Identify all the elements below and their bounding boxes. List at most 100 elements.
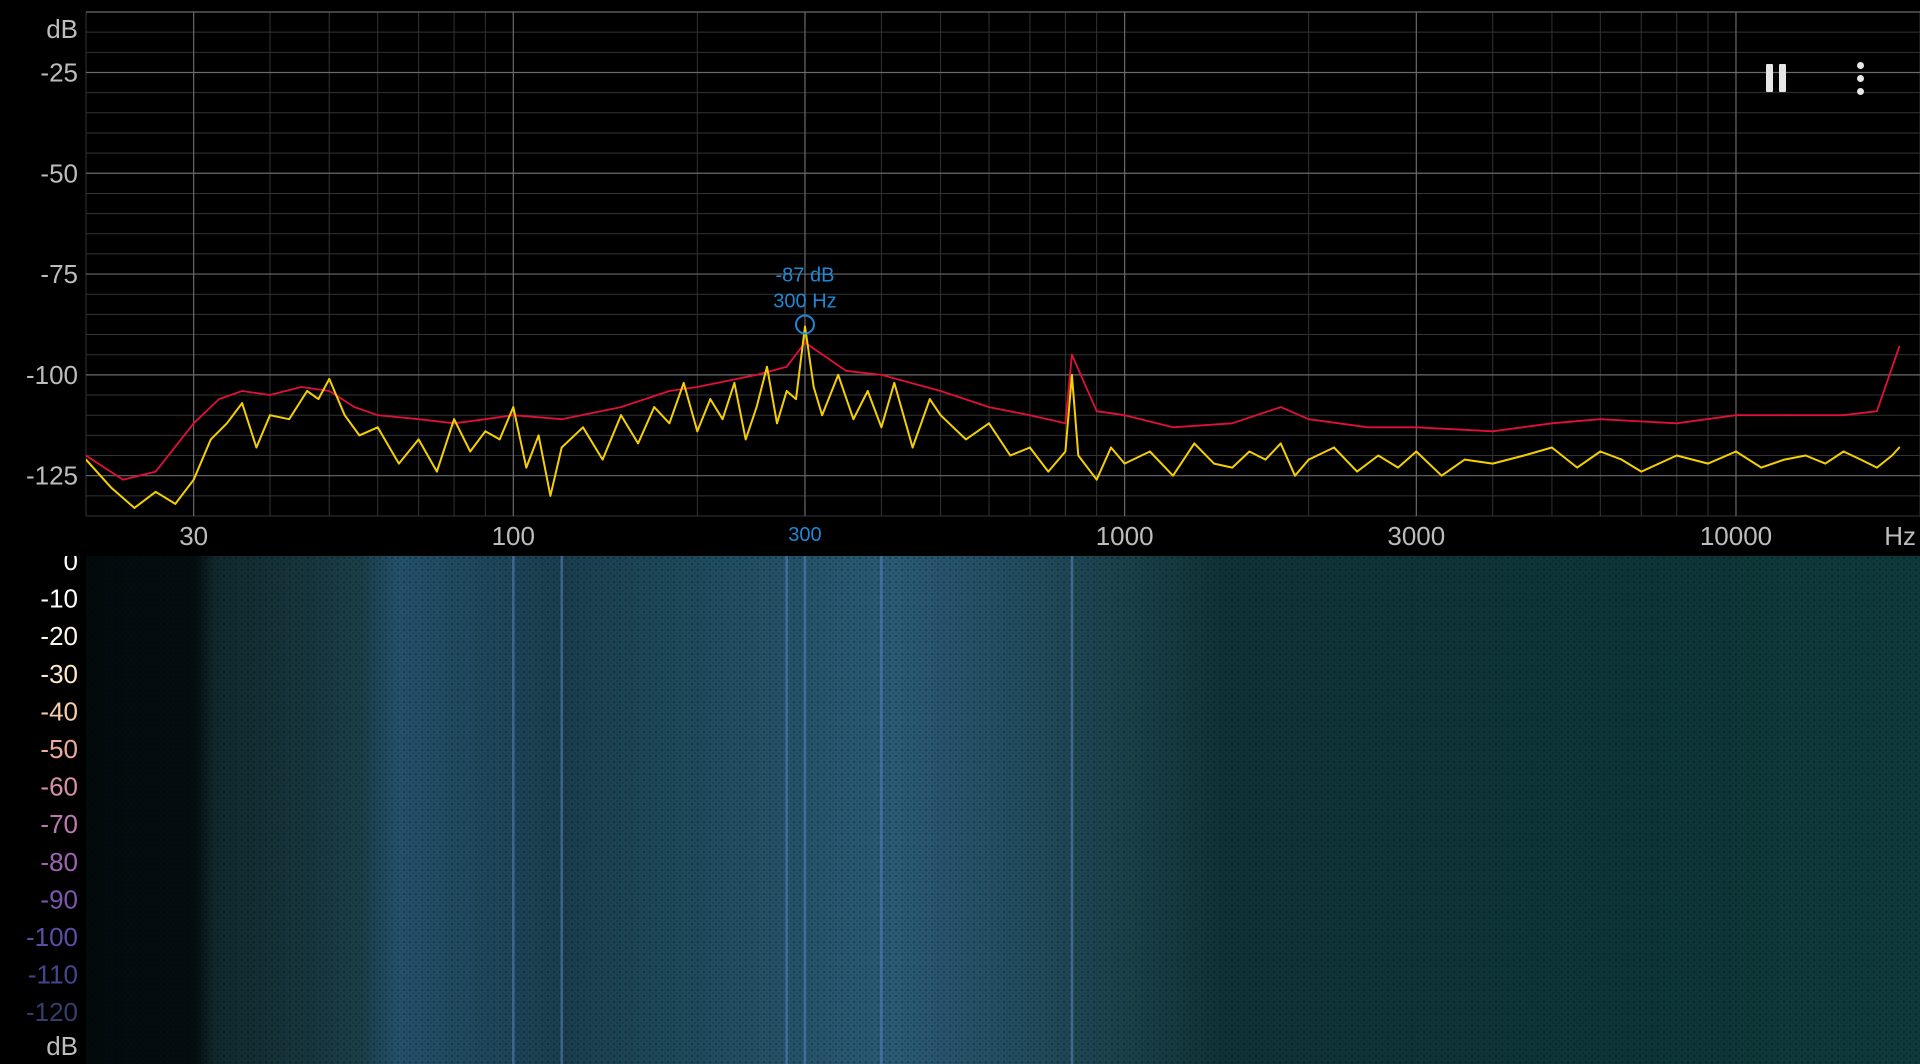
live-point bbox=[1172, 474, 1174, 477]
live-point bbox=[1077, 454, 1080, 457]
live-point bbox=[668, 422, 671, 425]
live-point bbox=[1193, 442, 1196, 445]
pause-button[interactable] bbox=[1756, 58, 1796, 98]
live-point bbox=[804, 325, 806, 328]
spectrogram-chart: 0 -10 -20 -30 -40 -50 -60 -70 -80 -90 -100 -110 -120… bbox=[0, 556, 1920, 1064]
live-point bbox=[376, 426, 379, 429]
peak-hold-point bbox=[86, 454, 87, 457]
live-point bbox=[209, 438, 212, 441]
peak-hold-point bbox=[376, 414, 379, 417]
live-point bbox=[582, 426, 584, 429]
peak-db-label: -87 dB bbox=[776, 264, 835, 286]
live-point bbox=[453, 418, 455, 421]
live-point bbox=[1842, 450, 1845, 453]
live-point bbox=[1491, 462, 1494, 465]
live-point bbox=[1294, 474, 1296, 477]
live-point bbox=[1279, 442, 1282, 445]
live-point bbox=[766, 365, 768, 368]
peak-hold-point bbox=[353, 406, 356, 409]
live-point bbox=[928, 398, 931, 400]
live-point bbox=[1110, 446, 1112, 449]
spectrum-panel: -25 -50 -75 -100 -125 dB 30 100 1000 3000 10000 Hz -… bbox=[0, 0, 1920, 556]
live-point bbox=[1307, 458, 1310, 461]
live-point bbox=[911, 446, 914, 449]
peak-hold-point bbox=[417, 418, 420, 421]
peak-hold-point bbox=[1029, 414, 1031, 417]
peak-hold-point bbox=[1071, 353, 1073, 356]
peak-axis-label: 300 bbox=[788, 524, 821, 546]
peak-hold-point bbox=[1307, 418, 1310, 421]
live-point bbox=[1356, 470, 1358, 473]
live-point bbox=[343, 414, 346, 417]
live-point bbox=[1576, 466, 1579, 469]
live-point bbox=[1735, 450, 1737, 453]
level-tick-label: -10 bbox=[40, 584, 78, 614]
peak-hold-point bbox=[1064, 422, 1067, 425]
y-tick-label: -100 bbox=[26, 360, 78, 390]
live-point bbox=[306, 390, 309, 392]
live-point bbox=[255, 446, 258, 449]
live-point bbox=[1760, 466, 1763, 469]
live-point bbox=[1377, 454, 1380, 457]
peak-hold-point bbox=[1675, 422, 1678, 425]
more-options-button[interactable] bbox=[1840, 54, 1880, 102]
level-tick-label: -40 bbox=[40, 696, 78, 726]
live-point bbox=[154, 490, 157, 493]
peak-hold-point bbox=[755, 373, 758, 376]
x-tick-label: 3000 bbox=[1387, 521, 1445, 551]
peak-hold-point bbox=[328, 390, 331, 392]
live-point bbox=[225, 422, 228, 425]
x-tick-label: 10000 bbox=[1700, 521, 1772, 551]
peak-hold-point bbox=[880, 373, 883, 376]
live-point bbox=[1231, 466, 1234, 469]
peak-hold-point bbox=[154, 470, 157, 473]
live-point bbox=[709, 398, 712, 400]
level-tick-label: -30 bbox=[40, 659, 78, 689]
peak-hold-point bbox=[1415, 426, 1418, 429]
level-tick-label: -60 bbox=[40, 772, 78, 802]
peak-hold-point bbox=[218, 398, 220, 400]
live-point bbox=[795, 398, 797, 400]
live-point bbox=[1213, 462, 1215, 465]
peak-hold-point bbox=[988, 406, 990, 409]
live-point bbox=[1248, 450, 1251, 453]
peak-hold-point bbox=[785, 365, 788, 368]
live-point bbox=[1875, 466, 1878, 469]
live-point bbox=[192, 478, 195, 481]
live-point bbox=[1264, 458, 1267, 461]
y-tick-label: -75 bbox=[40, 259, 78, 289]
live-point bbox=[1029, 446, 1031, 449]
peak-hold-point bbox=[484, 418, 487, 421]
peak-hold-point bbox=[1783, 414, 1786, 417]
peak-hold-point bbox=[1898, 345, 1901, 348]
x-tick-label: 30 bbox=[179, 521, 208, 551]
live-point bbox=[1859, 458, 1862, 461]
live-point bbox=[498, 438, 501, 441]
live-point bbox=[939, 414, 942, 417]
live-point bbox=[1620, 458, 1623, 461]
peak-hold-point bbox=[939, 390, 942, 392]
live-point bbox=[358, 434, 361, 437]
live-point bbox=[1783, 458, 1786, 461]
spectrum-grid bbox=[85, 11, 1920, 517]
level-tick-label: -50 bbox=[40, 734, 78, 764]
live-point bbox=[436, 470, 438, 473]
live-point bbox=[288, 418, 291, 421]
live-point bbox=[174, 503, 177, 505]
live-point bbox=[965, 438, 967, 441]
level-tick-label: -20 bbox=[40, 621, 78, 651]
live-point bbox=[880, 426, 883, 429]
peak-hold-point bbox=[300, 386, 303, 388]
spectrogram-panel: 0 -10 -20 -30 -40 -50 -60 -70 -80 -90 -100 -110 -120… bbox=[0, 556, 1920, 1064]
y-tick-label: -125 bbox=[26, 461, 78, 491]
live-point bbox=[1824, 462, 1827, 465]
live-point bbox=[852, 418, 855, 421]
live-point bbox=[133, 507, 136, 509]
live-point bbox=[1095, 478, 1098, 481]
live-point bbox=[1640, 470, 1643, 473]
live-point bbox=[733, 382, 736, 384]
live-point bbox=[1333, 446, 1335, 449]
live-point bbox=[1009, 454, 1012, 457]
level-tick-label: -70 bbox=[40, 809, 78, 839]
live-point bbox=[1551, 446, 1553, 449]
